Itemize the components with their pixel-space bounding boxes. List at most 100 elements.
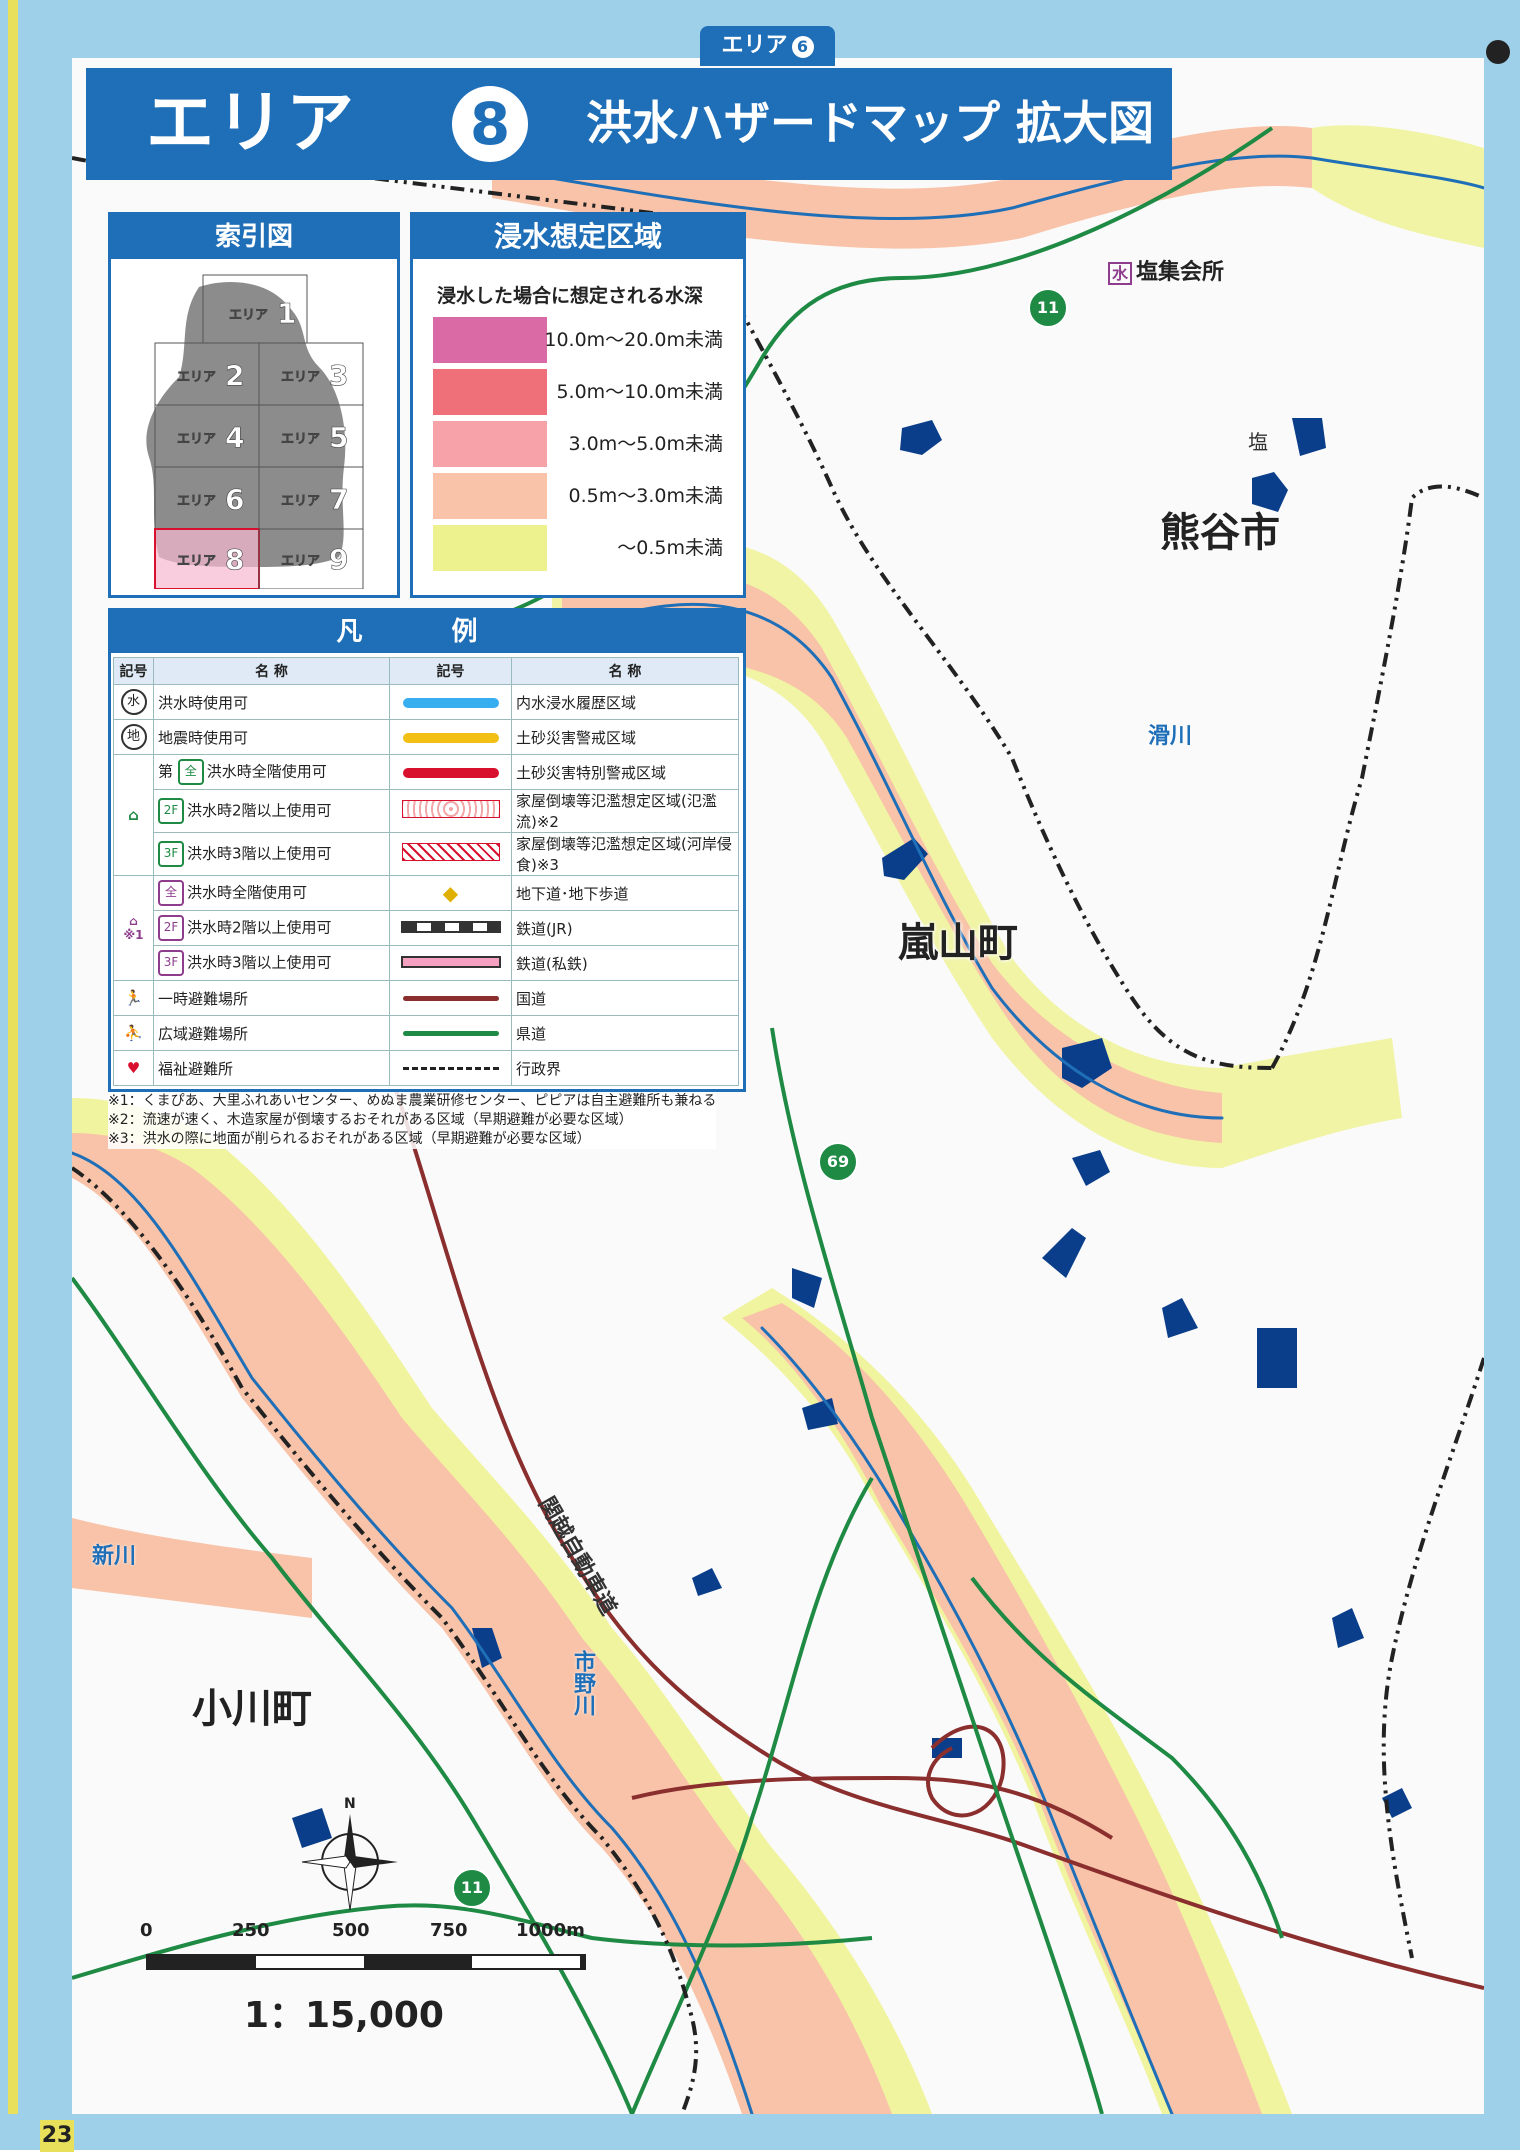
index-panel-title: 索引図 <box>111 215 397 259</box>
shelter-2f-icon: 2F <box>158 798 184 824</box>
shelter-2f-icon: 2F <box>158 915 184 941</box>
legend-label: 地震時使用可 <box>153 719 390 755</box>
legend-label: 地下道･地下歩道 <box>511 875 739 911</box>
route-11-badge-south: 11 <box>452 1868 492 1908</box>
route-69-badge: 69 <box>818 1142 858 1182</box>
legend-label: 洪水時全階使用可 <box>206 762 327 781</box>
header-name-2: 名 称 <box>511 657 739 685</box>
index-cell-8-num[interactable]: 8 <box>225 543 245 577</box>
depth-row: ～0.5m未満 <box>433 525 733 571</box>
index-cell-5-num[interactable]: 5 <box>329 421 349 455</box>
legend-note: ※3 <box>536 856 559 874</box>
depth-swatch <box>433 473 547 519</box>
legend-label: 土砂災害警戒区域 <box>511 719 739 755</box>
area-number: 8 <box>452 86 528 162</box>
area-tab[interactable]: エリア 6 <box>700 26 835 66</box>
depth-row: 5.0m～10.0m未満 <box>433 369 733 415</box>
area-tab-number: 6 <box>791 36 814 58</box>
shelter-3f-icon: 3F <box>158 950 184 976</box>
index-map: エリア 1 エリア 2 エリア 3 エリア 4 エリア 5 エリア 6 エリア … <box>146 274 364 589</box>
depth-row: 10.0m～20.0m未満 <box>433 317 733 363</box>
shelter-icon: 水 <box>1108 262 1133 285</box>
welfare-shelter-icon: ♥ <box>113 1050 154 1086</box>
index-cell-4-label[interactable]: エリア <box>177 432 217 448</box>
shelter-all-floors-icon: 全 <box>158 880 184 906</box>
index-cell-1-label[interactable]: エリア <box>229 308 269 324</box>
index-cell-6-num[interactable]: 6 <box>225 483 245 517</box>
collapse-flow-icon <box>401 800 500 818</box>
river-shin-label: 新川 <box>92 1544 137 1569</box>
page-border-left <box>0 0 72 2150</box>
index-cell-2-num[interactable]: 2 <box>225 359 245 393</box>
note-3: ※3：洪水の際に地面が削られるおそれがある区域（早期避難が必要な区域） <box>108 1131 591 1147</box>
flood-ok-icon: 水 <box>120 689 147 715</box>
place-ranzan: 嵐山町 <box>898 920 1018 966</box>
index-cell-6-label[interactable]: エリア <box>177 494 217 510</box>
place-shio: 塩 <box>1248 430 1268 454</box>
index-cell-8-label[interactable]: エリア <box>177 554 217 570</box>
underpass-icon: ◆ <box>389 875 512 911</box>
legend-label: 土砂災害特別警戒区域 <box>511 754 739 790</box>
header-name: 名 称 <box>153 657 390 685</box>
depth-legend-title: 浸水想定区域 <box>413 215 743 259</box>
header-symbol-2: 記号 <box>389 657 512 685</box>
wide-area-evac-icon: ⛹ <box>113 1015 154 1051</box>
depth-swatch <box>433 317 547 363</box>
place-kumagaya: 熊谷市 <box>1160 510 1280 556</box>
legend-label: 洪水時3階以上使用可 <box>187 844 332 863</box>
scale-ratio: 1：15,000 <box>244 1995 444 2036</box>
legend-label: 国道 <box>511 980 739 1016</box>
route-11-badge: 11 <box>1028 288 1068 328</box>
index-cell-4-num[interactable]: 4 <box>225 421 245 455</box>
legend-label: 県道 <box>511 1015 739 1051</box>
temporary-evac-icon: 🏃 <box>113 980 154 1016</box>
depth-label: 0.5m～3.0m未満 <box>568 485 723 507</box>
title-bar: エリア 8 洪水ハザードマップ 拡大図 <box>86 68 1172 180</box>
index-cell-1-num[interactable]: 1 <box>277 297 297 331</box>
legend-note: ※1 <box>123 928 144 942</box>
depth-row: 3.0m～5.0m未満 <box>433 421 733 467</box>
depth-label: ～0.5m未満 <box>617 537 723 559</box>
river-ichino-label: 市野川 <box>570 1650 595 1716</box>
index-cell-9-num[interactable]: 9 <box>329 543 349 577</box>
index-cell-3-label[interactable]: エリア <box>281 370 321 386</box>
shio-hall-name: 塩集会所 <box>1136 260 1225 285</box>
legend-label: 福祉避難所 <box>153 1050 390 1086</box>
legend-label: 洪水時2階以上使用可 <box>187 918 332 937</box>
legend-label: 広域避難場所 <box>153 1015 390 1051</box>
landslide-warning-icon <box>402 732 499 743</box>
shelter-3f-icon: 3F <box>158 841 184 867</box>
note-1: ※1：くまぴあ、大里ふれあいセンター、めぬま農業研修センター、ピピアは自主避難所… <box>108 1093 717 1109</box>
page-border-right <box>1484 0 1520 2150</box>
compass-north-label: N <box>344 1796 356 1812</box>
scale-tick: 750 <box>430 1920 468 1941</box>
depth-label: 5.0m～10.0m未満 <box>556 381 723 403</box>
index-cell-7-label[interactable]: エリア <box>281 494 321 510</box>
prefectural-road-icon <box>402 1031 499 1036</box>
depth-swatch <box>433 525 547 571</box>
page-number: 23 <box>40 2120 74 2152</box>
scale-tick: 1000m <box>516 1920 585 1941</box>
railway-private-icon <box>400 956 501 968</box>
legend-label: 鉄道(私鉄) <box>511 945 739 981</box>
legend-label: 洪水時全階使用可 <box>187 883 308 902</box>
admin-boundary-icon <box>402 1067 499 1070</box>
index-cell-7-num[interactable]: 7 <box>329 483 349 517</box>
scale-bar: 0 250 500 750 1000m 1：15,000 <box>140 1920 586 2036</box>
railway-jr-icon <box>400 921 501 933</box>
index-cell-3-num[interactable]: 3 <box>329 359 349 393</box>
index-cell-5-label[interactable]: エリア <box>281 432 321 448</box>
legend-label: 洪水時2階以上使用可 <box>187 801 332 820</box>
second-shelter-icon: ⌂ ※1 <box>113 875 154 981</box>
scale-bar-graphic <box>146 1954 586 1970</box>
first-shelter-icon: ⌂ <box>113 754 154 876</box>
note-2: ※2：流速が速く、木造家屋が倒壊するおそれがある区域（早期避難が必要な区域） <box>108 1112 633 1128</box>
symbol-legend-title: 凡 例 <box>111 611 743 653</box>
legend-label: 行政界 <box>511 1050 739 1086</box>
collapse-erosion-icon <box>401 843 500 861</box>
index-cell-9-label[interactable]: エリア <box>281 554 321 570</box>
quake-ok-icon: 地 <box>120 724 147 750</box>
index-cell-2-label[interactable]: エリア <box>177 370 217 386</box>
depth-swatch <box>433 369 547 415</box>
river-nameri-label: 滑川 <box>1148 724 1193 749</box>
